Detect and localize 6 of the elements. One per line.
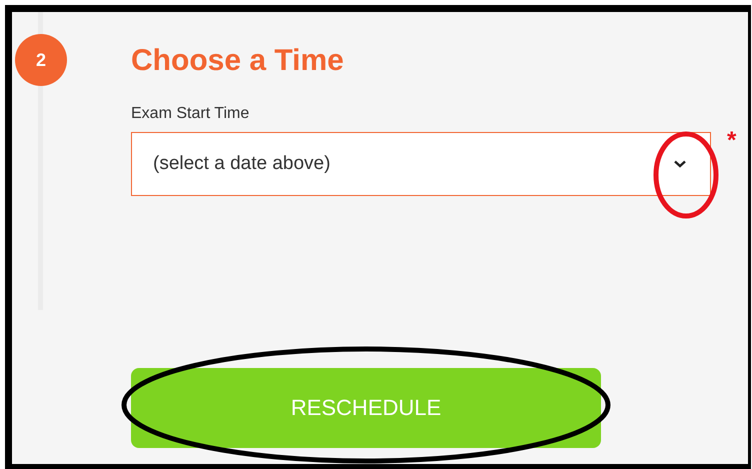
section-title: Choose a Time [131, 43, 345, 79]
time-dropdown[interactable]: (select a date above) [131, 132, 711, 196]
field-label: Exam Start Time [131, 104, 250, 124]
step-number: 2 [15, 34, 67, 86]
chevron-icon [674, 160, 686, 168]
required-mark: * [727, 129, 736, 153]
